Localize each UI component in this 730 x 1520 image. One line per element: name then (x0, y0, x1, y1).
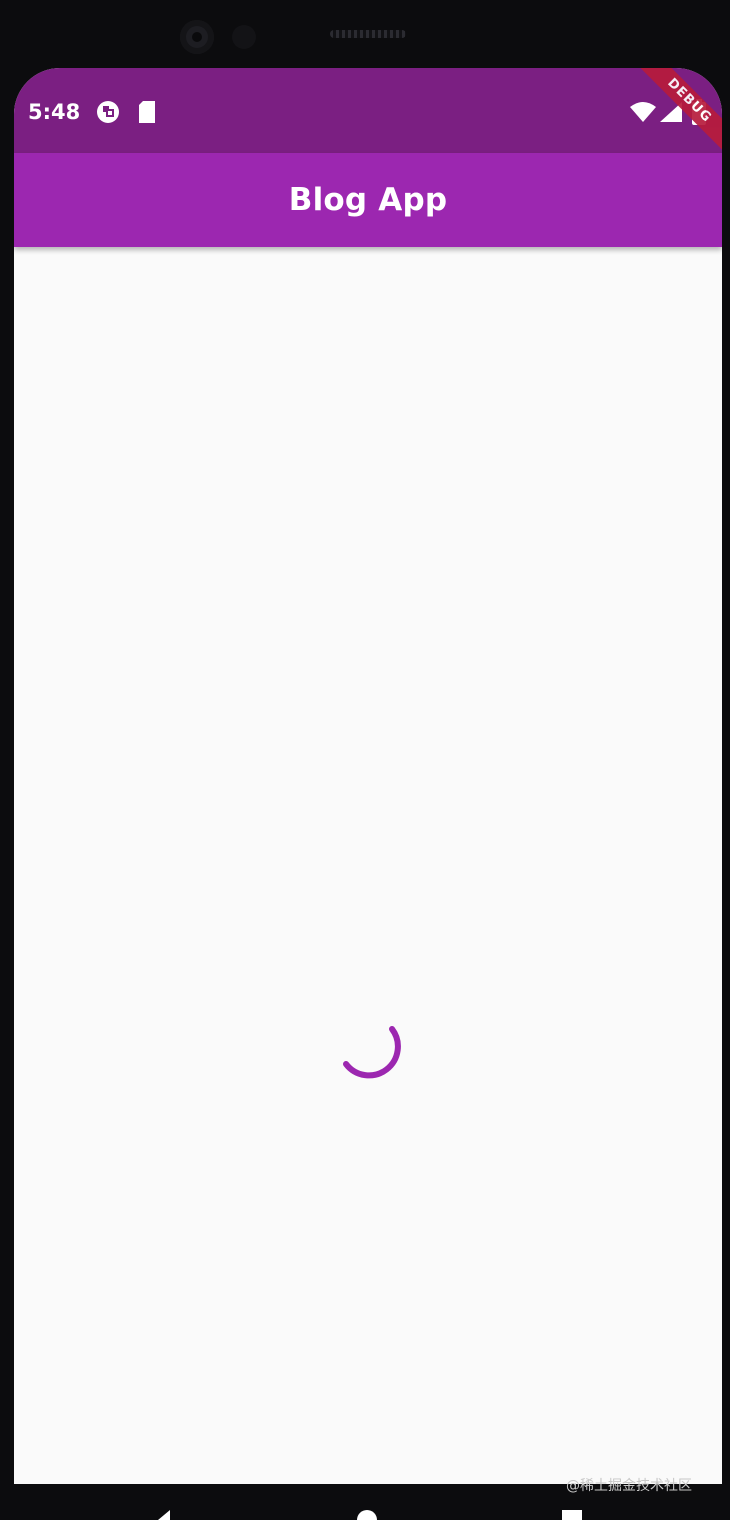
sd-card-icon (136, 98, 158, 126)
app-title: Blog App (288, 182, 448, 218)
back-icon[interactable] (154, 1510, 178, 1520)
phone-frame: 5:48 DEBUG Blog App @稀土掘金技术社区 (0, 0, 730, 1520)
content-area (14, 247, 722, 1484)
home-icon[interactable] (355, 1510, 379, 1520)
app-bar: Blog App (14, 153, 722, 247)
loading-spinner-icon (343, 1026, 401, 1079)
status-time: 5:48 (28, 100, 81, 124)
camera-icon (180, 20, 214, 54)
app-screen: 5:48 DEBUG Blog App (14, 68, 722, 1484)
wifi-icon (628, 98, 658, 126)
sensor-icon (232, 25, 256, 49)
record-icon (94, 98, 122, 126)
status-bar: 5:48 DEBUG (14, 68, 722, 162)
earpiece-speaker (330, 30, 406, 38)
watermark: @稀土掘金技术社区 (566, 1478, 692, 1494)
recents-icon[interactable] (560, 1510, 584, 1520)
